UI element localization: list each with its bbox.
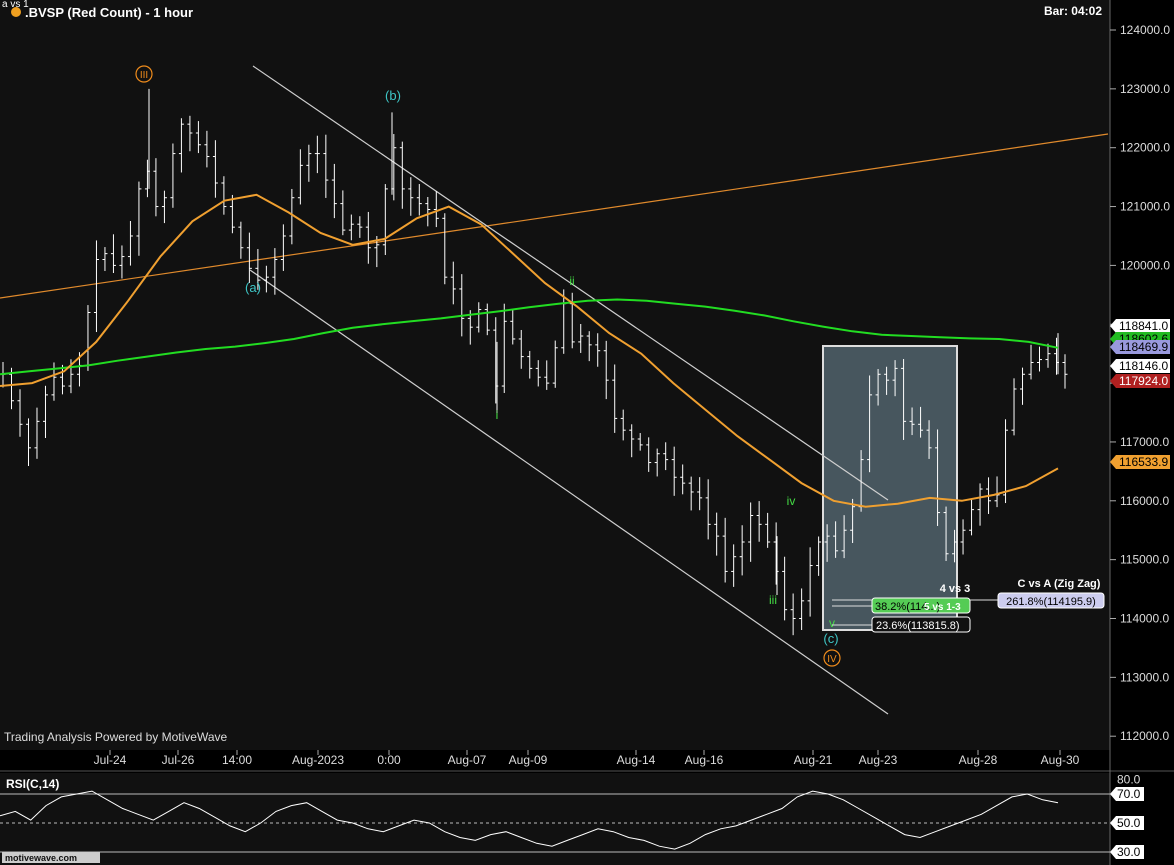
price-tick-label: 123000.0 — [1120, 82, 1170, 96]
price-tick-label: 121000.0 — [1120, 200, 1170, 214]
fib-title-cvsa: C vs A (Zig Zag) — [1018, 578, 1101, 590]
price-tick-label: 116000.0 — [1120, 494, 1169, 508]
time-tick-label: Aug-2023 — [292, 753, 344, 767]
highlight-box — [822, 345, 958, 631]
wave-label-ii: ii — [569, 274, 574, 288]
price-tag-label: 117924.0 — [1119, 374, 1168, 388]
price-tick-label: 117000.0 — [1120, 435, 1169, 449]
rsi-axis-label: 50.0 — [1117, 816, 1141, 830]
price-tag-label: 118146.0 — [1119, 359, 1168, 373]
price-tick-label: 114000.0 — [1120, 612, 1169, 626]
rsi-pane[interactable] — [0, 773, 1110, 865]
wave-label-iv: iv — [787, 494, 796, 508]
time-tick-label: Jul-26 — [162, 753, 195, 767]
wave-label-b: (b) — [385, 88, 401, 103]
price-tick-label: 120000.0 — [1120, 258, 1170, 272]
price-tick-label: 113000.0 — [1120, 670, 1169, 684]
time-tick-label: 0:00 — [377, 753, 401, 767]
wave-label-v: v — [829, 616, 835, 630]
wave-label-IV: IV — [827, 654, 837, 665]
price-tick-label: 122000.0 — [1120, 141, 1170, 155]
time-tick-label: 14:00 — [222, 753, 252, 767]
wave-label-c: (c) — [823, 631, 838, 646]
time-tick-label: Jul-24 — [94, 753, 127, 767]
price-tick-label: 115000.0 — [1120, 553, 1169, 567]
price-tag-label: 118841.0 — [1119, 319, 1168, 333]
logo-text: motivewave.com — [5, 853, 77, 863]
price-tag-label: 118469.9 — [1119, 340, 1168, 354]
bar-timer: Bar: 04:02 — [1044, 4, 1102, 18]
time-tick-label: Aug-14 — [617, 753, 656, 767]
price-tick-label: 112000.0 — [1120, 729, 1169, 743]
chart-window: III IV (b) (a) (c) i ii iii iv v 4 vs 3C vs A (Zi… — [0, 0, 1174, 865]
rsi-title: RSI(C,14) — [6, 777, 59, 791]
wave-label-i: i — [496, 408, 499, 422]
time-tick-label: Aug-30 — [1041, 753, 1080, 767]
rsi-axis-label: 30.0 — [1117, 845, 1141, 859]
price-tag-label: 116533.9 — [1119, 455, 1168, 469]
time-tick-label: Aug-09 — [509, 753, 548, 767]
chart-title: .BVSP (Red Count) - 1 hour — [25, 5, 193, 20]
wave-label-a: (a) — [245, 280, 261, 295]
time-tick-label: Aug-21 — [794, 753, 833, 767]
wave-label-III: III — [140, 70, 148, 81]
fib-title-5vs1: 5 vs 1-3 — [924, 602, 961, 613]
time-tick-label: Aug-28 — [959, 753, 998, 767]
rsi-axis-label: 80.0 — [1117, 773, 1141, 787]
rsi-axis-label: 70.0 — [1117, 787, 1141, 801]
fib-236-label: 23.6%(113815.8) — [876, 620, 960, 632]
powered-by-label: Trading Analysis Powered by MotiveWave — [4, 730, 228, 744]
price-tick-label: 124000.0 — [1120, 23, 1170, 37]
chart-canvas[interactable]: IIIIV(b)(a)(c)iiiiiiivv 4 vs 3C vs A (Zi… — [0, 0, 1174, 865]
wave-label-iii: iii — [769, 593, 777, 607]
fib-title-4vs3: 4 vs 3 — [940, 583, 971, 595]
time-tick-label: Aug-16 — [685, 753, 724, 767]
time-tick-label: Aug-23 — [859, 753, 898, 767]
time-range-box[interactable] — [822, 345, 958, 631]
time-tick-label: Aug-07 — [448, 753, 487, 767]
fib-2618-label: 261.8%(114195.9) — [1006, 596, 1096, 608]
